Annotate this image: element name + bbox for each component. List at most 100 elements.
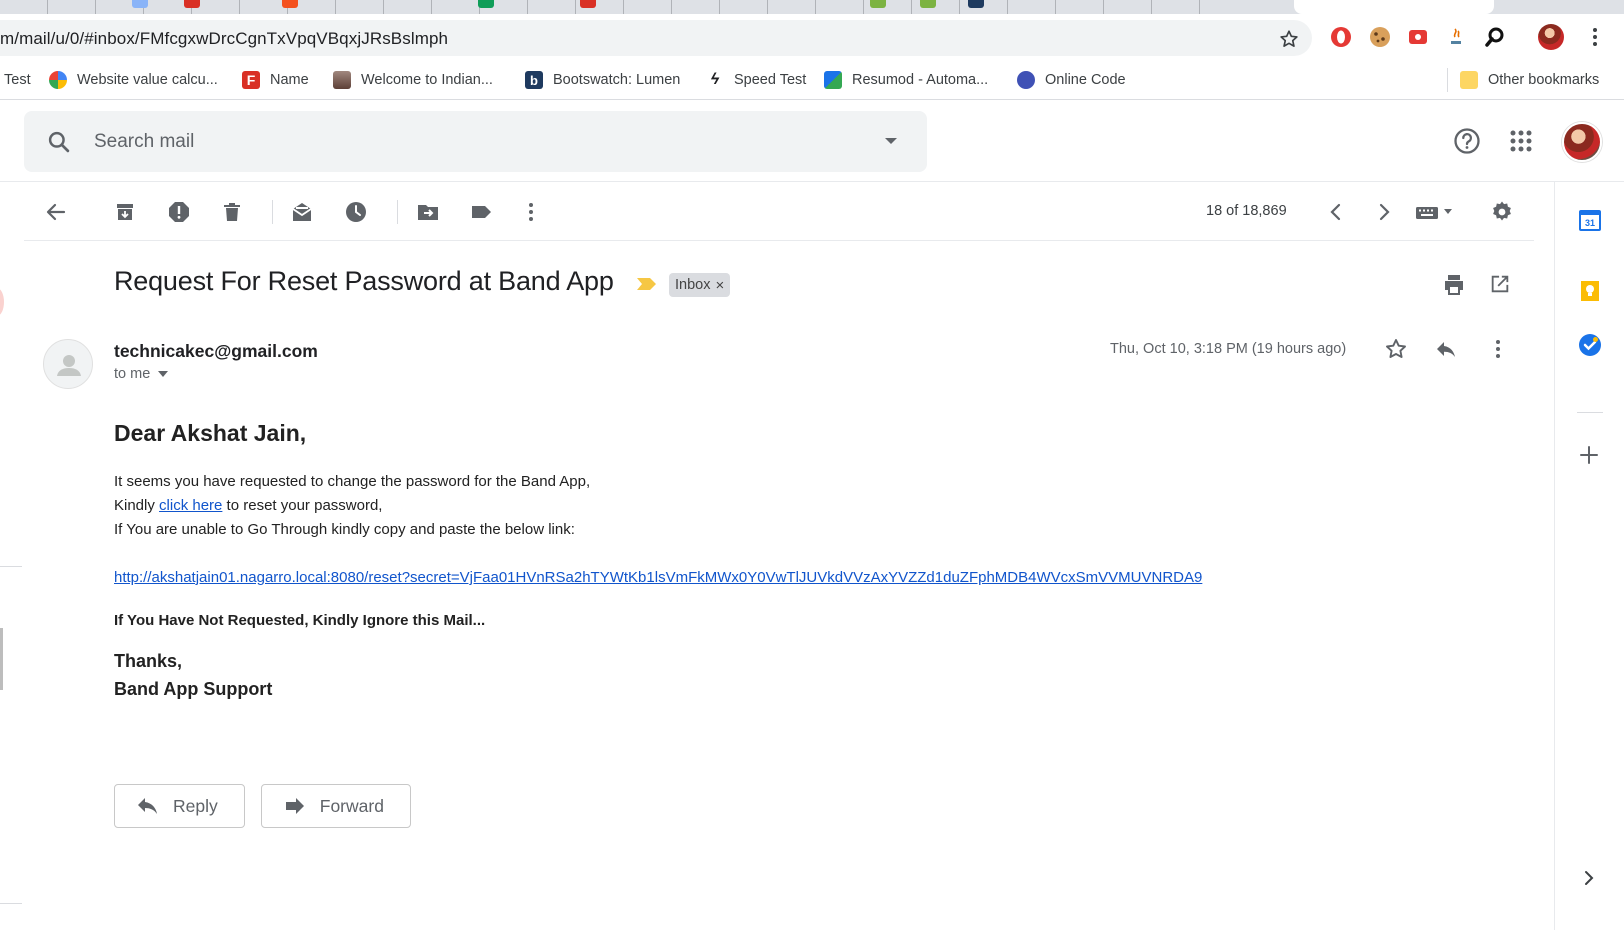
calendar-icon[interactable]: 31 — [1578, 208, 1602, 232]
keep-bulb-icon[interactable] — [1578, 279, 1602, 303]
bookmark-resumod[interactable]: Resumod - Automa... — [824, 70, 988, 90]
browser-tab[interactable] — [912, 0, 960, 14]
nav-scrollbar[interactable] — [0, 628, 3, 690]
browser-tab[interactable] — [480, 0, 528, 14]
video-extension-icon[interactable] — [1407, 26, 1429, 48]
back-arrow-icon[interactable] — [44, 200, 68, 224]
delete-icon[interactable] — [220, 200, 244, 224]
remove-label-icon[interactable]: × — [715, 277, 724, 294]
reply-arrow-icon[interactable] — [1434, 337, 1458, 361]
bookmarks-bar: Test Website value calcu... F Name Welco… — [0, 60, 1624, 100]
bookmark-bootswatch[interactable]: b Bootswatch: Lumen — [525, 70, 680, 90]
browser-tab[interactable] — [720, 0, 768, 14]
open-in-new-window-icon[interactable] — [1489, 273, 1511, 295]
browser-tab[interactable] — [528, 0, 576, 14]
sender-avatar[interactable] — [43, 339, 93, 389]
star-icon[interactable] — [1384, 337, 1408, 361]
email-subject: Request For Reset Password at Band App — [114, 266, 614, 296]
java-extension-icon[interactable] — [1446, 26, 1468, 48]
move-to-icon[interactable] — [416, 200, 440, 224]
browser-tab[interactable] — [672, 0, 720, 14]
folder-icon — [1460, 71, 1478, 89]
report-spam-icon[interactable] — [167, 200, 191, 224]
click-here-link[interactable]: click here — [159, 497, 222, 514]
magnifier-extension-icon[interactable] — [1484, 26, 1506, 48]
print-icon[interactable] — [1442, 273, 1466, 297]
browser-menu-icon[interactable] — [1592, 26, 1614, 48]
browser-tab[interactable] — [432, 0, 480, 14]
browser-tab[interactable] — [816, 0, 864, 14]
browser-tab[interactable] — [864, 0, 912, 14]
bookmark-star-icon[interactable] — [1278, 28, 1300, 50]
apps-grid-icon[interactable] — [1510, 130, 1532, 152]
settings-gear-icon[interactable] — [1490, 200, 1514, 224]
input-tools-keyboard-icon[interactable] — [1414, 200, 1458, 224]
search-icon[interactable] — [46, 129, 72, 155]
opera-extension-icon[interactable] — [1330, 26, 1352, 48]
search-input[interactable] — [94, 125, 854, 159]
code-icon — [1017, 71, 1035, 89]
show-side-panel-chevron-icon[interactable] — [1581, 870, 1597, 886]
body-line-2: Kindly click here to reset your password… — [114, 494, 1314, 518]
search-options-caret-icon[interactable] — [884, 137, 898, 145]
browser-tab-strip — [0, 0, 1624, 14]
bookmark-label: Name — [270, 72, 309, 88]
browser-tab[interactable] — [1056, 0, 1104, 14]
reset-password-url-link[interactable]: http://akshatjain01.nagarro.local:8080/r… — [114, 569, 1202, 586]
label-tag-icon[interactable] — [469, 200, 493, 224]
cookie-extension-icon[interactable] — [1369, 26, 1391, 48]
snooze-clock-icon[interactable] — [344, 200, 368, 224]
bookmark-website-value[interactable]: Website value calcu... — [49, 70, 218, 90]
older-chevron-right-icon[interactable] — [1372, 200, 1396, 224]
tasks-check-icon[interactable] — [1578, 333, 1602, 357]
details-dropdown-caret-icon[interactable] — [158, 371, 169, 377]
other-bookmarks[interactable]: Other bookmarks — [1460, 70, 1599, 90]
add-addon-plus-icon[interactable] — [1578, 444, 1600, 466]
bookmark-test[interactable]: Test — [4, 70, 31, 90]
browser-tab[interactable] — [48, 0, 96, 14]
nav-divider — [0, 566, 22, 567]
search-bar[interactable] — [24, 111, 927, 172]
browser-tab[interactable] — [336, 0, 384, 14]
reply-forward-bar: Reply Forward — [114, 784, 411, 828]
email-signoff: Thanks, Band App Support — [114, 647, 1314, 703]
address-bar[interactable]: m/mail/u/0/#inbox/FMfcgxwDrcCgnTxVpqVBqx… — [0, 20, 1312, 56]
browser-tab[interactable] — [384, 0, 432, 14]
browser-tab[interactable] — [1104, 0, 1152, 14]
browser-tab[interactable] — [192, 0, 240, 14]
browser-tab[interactable] — [1152, 0, 1200, 14]
resumod-icon — [824, 71, 842, 89]
browser-tab[interactable] — [576, 0, 624, 14]
bookmark-speed-test[interactable]: ϟ Speed Test — [706, 70, 807, 90]
account-avatar[interactable] — [1562, 122, 1602, 162]
active-browser-tab[interactable] — [1294, 0, 1494, 14]
browser-tab[interactable] — [768, 0, 816, 14]
recipient-details[interactable]: to me — [114, 366, 169, 382]
mark-unread-icon[interactable] — [290, 200, 314, 224]
reply-button[interactable]: Reply — [114, 784, 245, 828]
more-options-icon[interactable] — [519, 200, 543, 224]
side-panel-divider — [1577, 412, 1603, 413]
bookmark-indian[interactable]: Welcome to Indian... — [333, 70, 493, 90]
message-more-icon[interactable] — [1486, 337, 1510, 361]
browser-tab[interactable] — [960, 0, 1008, 14]
bookmark-name[interactable]: F Name — [242, 70, 309, 90]
browser-tab[interactable] — [624, 0, 672, 14]
browser-tab[interactable] — [240, 0, 288, 14]
address-bar-url[interactable]: m/mail/u/0/#inbox/FMfcgxwDrcCgnTxVpqVBqx… — [0, 29, 448, 49]
sender-email[interactable]: technicakec@gmail.com — [114, 341, 318, 362]
browser-tab[interactable] — [288, 0, 336, 14]
browser-tab[interactable] — [0, 0, 48, 14]
profile-avatar-icon[interactable] — [1538, 24, 1564, 50]
b-icon: b — [525, 71, 543, 89]
signature-text: Band App Support — [114, 679, 273, 699]
archive-icon[interactable] — [113, 200, 137, 224]
browser-tab[interactable] — [1200, 0, 1294, 14]
bookmark-online-code[interactable]: Online Code — [1017, 70, 1126, 90]
newer-chevron-left-icon[interactable] — [1324, 200, 1348, 224]
importance-marker-icon[interactable] — [636, 276, 658, 292]
help-icon[interactable] — [1453, 127, 1481, 155]
browser-tab[interactable] — [1008, 0, 1056, 14]
forward-button[interactable]: Forward — [260, 784, 411, 828]
inbox-label-chip[interactable]: Inbox × — [669, 273, 731, 297]
